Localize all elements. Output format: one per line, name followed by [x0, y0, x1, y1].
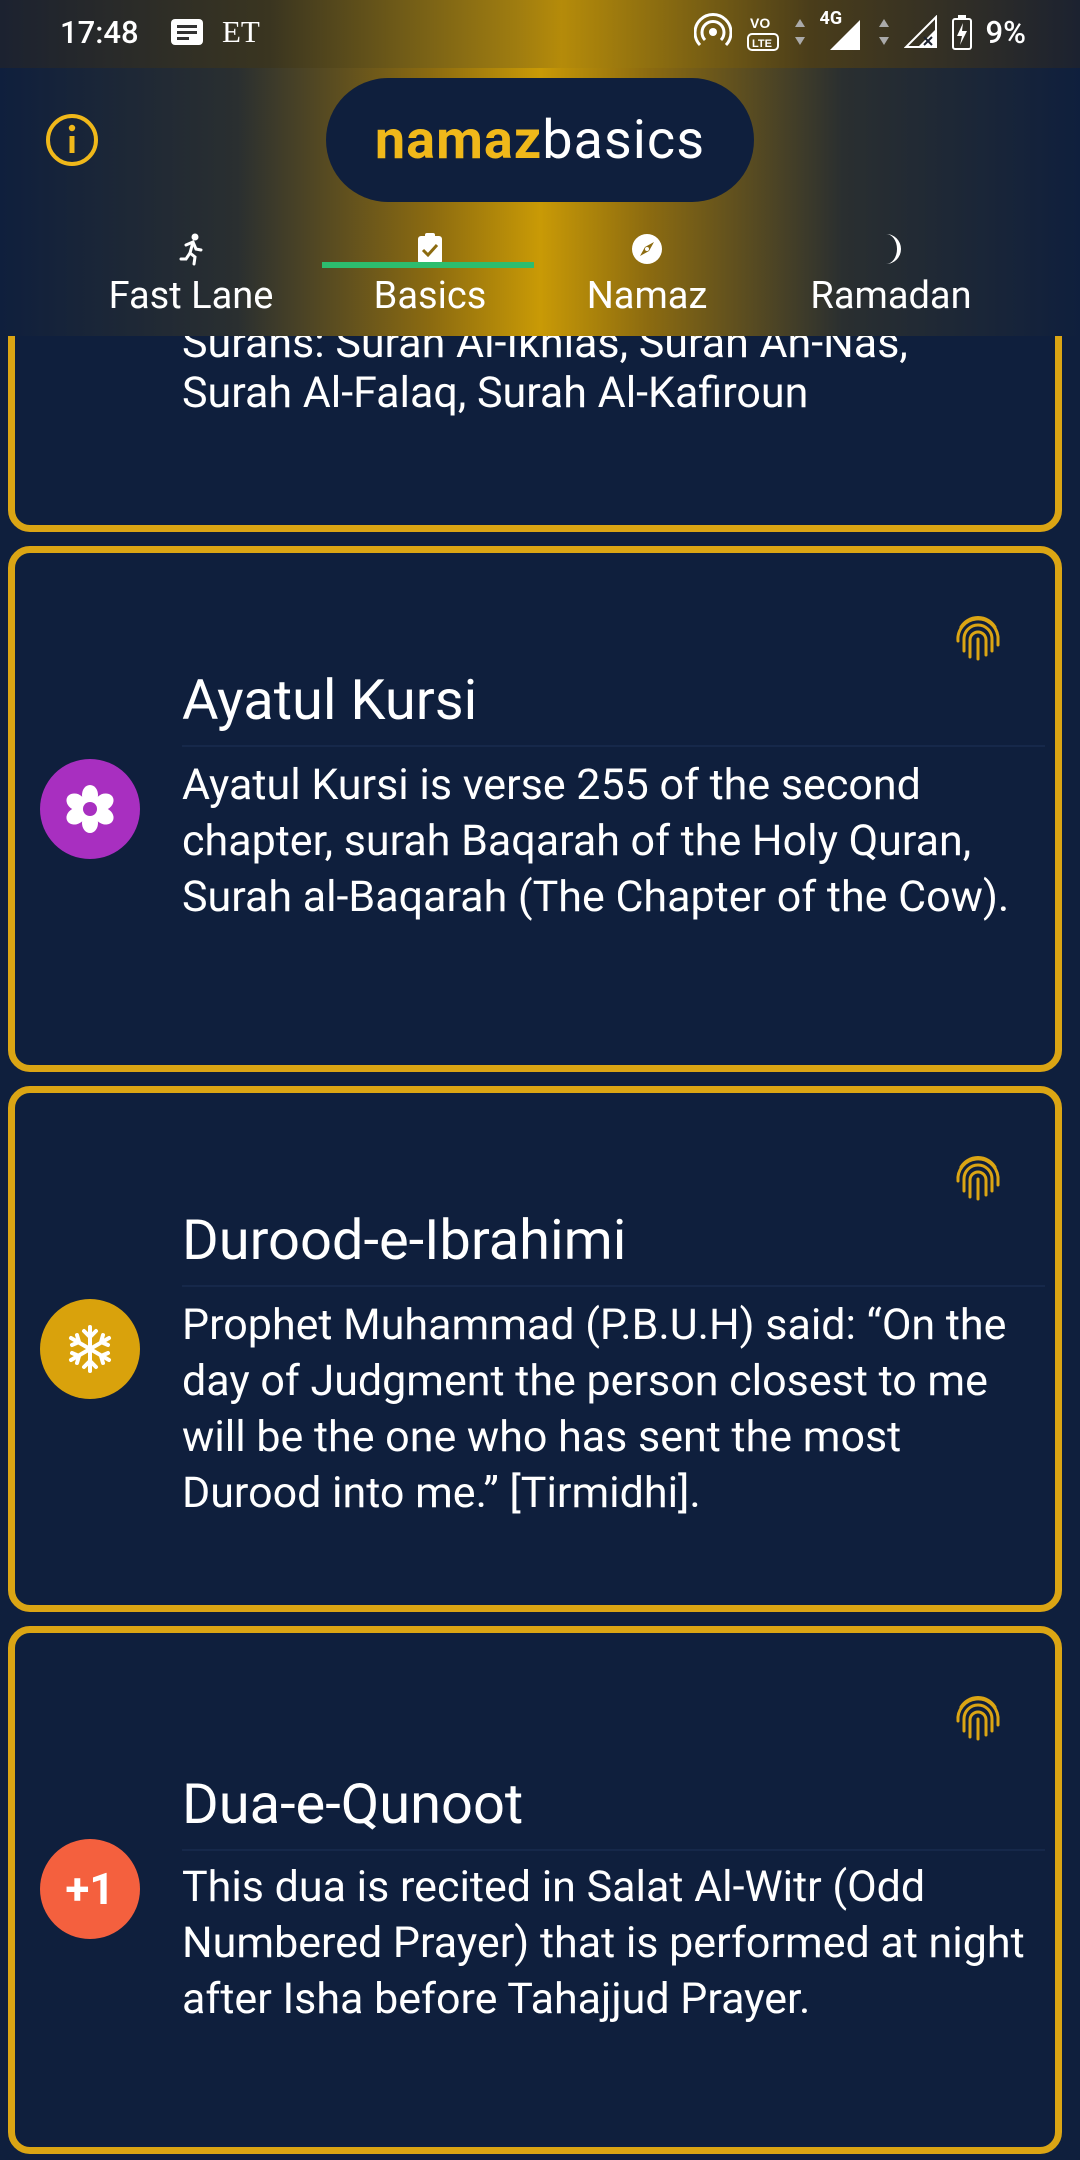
app-logo: namaz basics: [326, 78, 754, 202]
tab-label: Basics: [373, 274, 487, 318]
tab-ramadan[interactable]: Ramadan: [800, 226, 982, 318]
tab-indicator: [322, 262, 534, 268]
signal-icon: [829, 20, 860, 50]
crescent-moon-icon: [886, 234, 901, 264]
card-description: Surah Al-Falaq, Surah Al-Kafiroun: [182, 368, 809, 418]
app-header: namaz basics Fast Lane Basics Namaz Rama…: [0, 68, 1080, 336]
data-arrows-icon-2: [878, 19, 889, 45]
badge-flower: [40, 759, 140, 859]
battery-percent: 9%: [985, 13, 1026, 51]
tab-bar: Fast Lane Basics Namaz Ramadan: [0, 226, 1080, 336]
tab-label: Fast Lane: [108, 274, 274, 318]
badge-text: +1: [65, 1863, 115, 1915]
running-person-icon: [179, 233, 203, 266]
volte-icon: VO LTE: [746, 15, 779, 51]
hotspot-icon: [693, 13, 732, 47]
card-title: Ayatul Kursi: [182, 667, 478, 733]
card-description: This dua is recited in Salat Al-Witr (Od…: [182, 1862, 1025, 2024]
flower-icon: [66, 785, 114, 833]
logo-basics: basics: [542, 108, 706, 172]
compass-icon: [632, 234, 662, 264]
clipboard-check-icon: [418, 233, 442, 264]
badge-plus-one: +1: [40, 1839, 140, 1939]
tab-label: Ramadan: [810, 274, 972, 318]
logo-namaz: namaz: [374, 108, 543, 172]
card-durood-e-ibrahimi[interactable]: Durood-e-Ibrahimi Prophet Muhammad (P.B.…: [8, 1086, 1062, 1612]
card-description: Prophet Muhammad (P.B.U.H) said: “On the…: [182, 1300, 1007, 1518]
card-divider: [182, 1849, 1045, 1851]
battery-icon: [951, 15, 972, 50]
message-icon: [171, 19, 203, 45]
carrier-label: ET: [222, 14, 260, 49]
card-title: Durood-e-Ibrahimi: [182, 1207, 627, 1273]
signal-no-sim-icon: [903, 15, 937, 48]
status-time: 17:48: [60, 14, 139, 51]
tab-basics[interactable]: Basics: [350, 226, 510, 318]
tab-namaz[interactable]: Namaz: [570, 226, 724, 318]
fingerprint-icon[interactable]: [953, 1691, 1003, 1743]
signal-4g: 4G: [820, 8, 864, 52]
svg-text:LTE: LTE: [752, 38, 772, 50]
card-divider: [182, 1285, 1045, 1287]
fingerprint-icon[interactable]: [953, 611, 1003, 663]
snowflake-icon: [69, 1325, 111, 1373]
badge-snowflake: [40, 1299, 140, 1399]
info-icon[interactable]: [44, 112, 100, 168]
card-ayatul-kursi[interactable]: Ayatul Kursi Ayatul Kursi is verse 255 o…: [8, 546, 1062, 1072]
tab-fast-lane[interactable]: Fast Lane: [100, 226, 282, 318]
card-title: Dua-e-Qunoot: [182, 1771, 524, 1837]
card-divider: [182, 745, 1045, 747]
card-dua-e-qunoot[interactable]: Dua-e-Qunoot +1 This dua is recited in S…: [8, 1626, 1062, 2154]
data-arrows-icon: [794, 19, 805, 45]
card-description: Ayatul Kursi is verse 255 of the second …: [182, 760, 1010, 922]
tab-label: Namaz: [586, 274, 708, 318]
svg-text:VO: VO: [750, 15, 770, 31]
status-bar: 17:48 ET VO LTE 4G 9%: [0, 0, 1080, 68]
fingerprint-icon[interactable]: [953, 1151, 1003, 1203]
